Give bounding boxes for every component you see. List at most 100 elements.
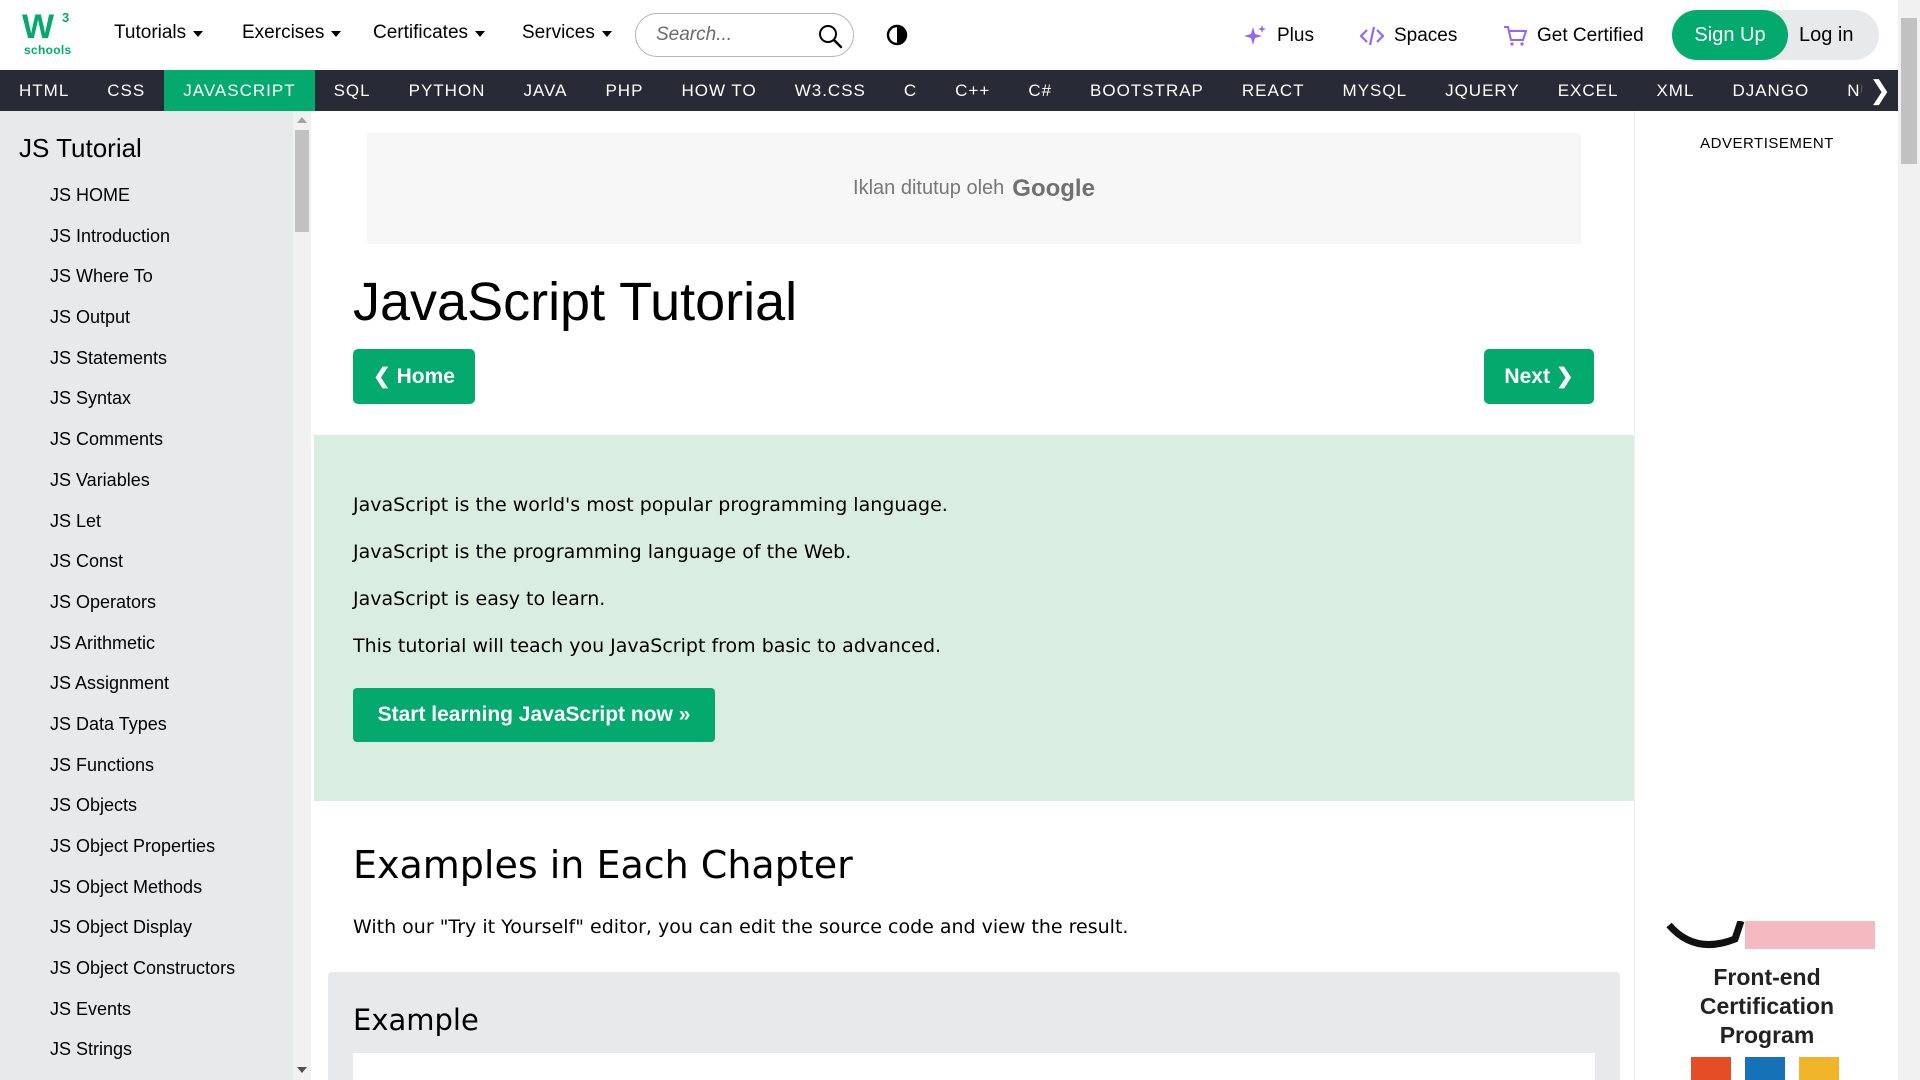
nav-tutorials-menu[interactable]: Tutorials — [114, 22, 204, 44]
sidebar-scrollbar[interactable] — [293, 111, 311, 1080]
search-box — [635, 13, 854, 57]
subject-link[interactable]: PHP — [586, 70, 662, 111]
subject-link[interactable]: MYSQL — [1324, 70, 1427, 111]
intro-line: JavaScript is the programming language o… — [353, 541, 852, 563]
plus-label: Plus — [1277, 25, 1314, 46]
sidebar-item[interactable]: JS Arithmetic — [50, 623, 235, 664]
sidebar-item[interactable]: JS Object Constructors — [50, 948, 235, 989]
subject-link[interactable]: C++ — [936, 70, 1009, 111]
sidebar-item[interactable]: JS Introduction — [50, 216, 235, 257]
sidebar-item[interactable]: JS Assignment — [50, 663, 235, 704]
subject-link[interactable]: SQL — [315, 70, 390, 111]
search-input[interactable] — [656, 24, 816, 46]
sidebar-item[interactable]: JS Object Methods — [50, 867, 235, 908]
sidebar-item[interactable]: JS Events — [50, 989, 235, 1030]
subject-link[interactable]: C# — [1009, 70, 1071, 111]
sidebar-item[interactable]: JS Syntax — [50, 378, 235, 419]
page-scrollbar-thumb[interactable] — [1901, 18, 1917, 164]
intro-line: This tutorial will teach you JavaScript … — [353, 635, 942, 657]
sidebar-scrollbar-thumb[interactable] — [295, 130, 309, 232]
examples-heading: Examples in Each Chapter — [353, 843, 853, 887]
start-learning-button[interactable]: Start learning JavaScript now » — [353, 688, 715, 742]
sidebar-menu: JS HOME JS Introduction JS Where To JS O… — [50, 175, 235, 1070]
home-button[interactable]: ❮ Home — [353, 349, 475, 404]
sidebar-item[interactable]: JS Let — [50, 501, 235, 542]
promo-line: Front-end — [1713, 964, 1821, 990]
subject-link[interactable]: EXCEL — [1539, 70, 1638, 111]
sidebar-item[interactable]: JS Object Properties — [50, 826, 235, 867]
caret-down-icon — [475, 31, 486, 37]
spaces-label: Spaces — [1394, 25, 1458, 46]
promo-line: Program — [1719, 1022, 1815, 1048]
nav-certificates-label: Certificates — [373, 22, 469, 43]
scroll-up-arrow-icon[interactable] — [297, 117, 307, 123]
sidebar-item[interactable]: JS Statements — [50, 338, 235, 379]
nav-exercises-label: Exercises — [242, 22, 325, 43]
w3schools-logo[interactable]: W 3 schools — [22, 8, 74, 60]
log-in-button[interactable]: Log in — [1799, 10, 1854, 60]
ad-closed-text: Iklan ditutup oleh — [853, 177, 1005, 199]
sidebar-item[interactable]: JS Operators — [50, 582, 235, 623]
subject-navigation-bar: HTML CSS JAVASCRIPT SQL PYTHON JAVA PHP … — [0, 70, 1898, 111]
subject-link[interactable]: W3.CSS — [776, 70, 885, 111]
sidebar-item[interactable]: JS Where To — [50, 256, 235, 297]
get-certified-link[interactable]: Get Certified — [1503, 24, 1644, 48]
subject-link[interactable]: XML — [1637, 70, 1713, 111]
sidebar-item[interactable]: JS Objects — [50, 785, 235, 826]
examples-description: With our "Try it Yourself" editor, you c… — [353, 916, 1129, 938]
code-icon — [1360, 26, 1384, 46]
sidebar-item[interactable]: JS Strings — [50, 1029, 235, 1070]
chevron-right-icon: ❯ — [1555, 365, 1574, 388]
subject-link[interactable]: BOOTSTRAP — [1071, 70, 1223, 111]
nav-exercises-menu[interactable]: Exercises — [242, 22, 342, 44]
caret-down-icon — [331, 31, 342, 37]
nav-certificates-menu[interactable]: Certificates — [373, 22, 486, 44]
auth-buttons: Sign Up Log in — [1672, 10, 1879, 60]
dark-mode-toggle-icon[interactable] — [886, 24, 908, 46]
subject-link[interactable]: JQUERY — [1426, 70, 1539, 111]
promo-line: Certification — [1699, 993, 1835, 1019]
example-code-area — [353, 1053, 1595, 1080]
tutorial-sidebar: JS Tutorial JS HOME JS Introduction JS W… — [0, 111, 293, 1080]
subject-link[interactable]: DJANGO — [1713, 70, 1828, 111]
nav-services-label: Services — [522, 22, 595, 43]
sidebar-item[interactable]: JS Const — [50, 541, 235, 582]
sidebar-item[interactable]: JS Comments — [50, 419, 235, 460]
subject-link[interactable]: REACT — [1223, 70, 1324, 111]
sparkle-icon — [1244, 25, 1266, 45]
sidebar-item[interactable]: JS Output — [50, 297, 235, 338]
subject-link[interactable]: CSS — [88, 70, 164, 111]
sidebar-item[interactable]: JS HOME — [50, 175, 235, 216]
closed-ad-banner: Iklan ditutup oleh Google — [367, 133, 1581, 244]
home-button-label: Home — [396, 364, 455, 388]
advertisement-label: ADVERTISEMENT — [1700, 135, 1834, 152]
subject-link[interactable]: HOW TO — [662, 70, 775, 111]
sidebar-item[interactable]: JS Functions — [50, 745, 235, 786]
next-button[interactable]: Next ❯ — [1484, 349, 1594, 404]
intro-line: JavaScript is easy to learn. — [353, 588, 606, 610]
sign-up-button[interactable]: Sign Up — [1672, 10, 1788, 60]
svg-text:3: 3 — [62, 10, 69, 25]
subject-link[interactable]: HTML — [0, 70, 88, 111]
sidebar-item[interactable]: JS Variables — [50, 460, 235, 501]
next-button-label: Next — [1504, 364, 1550, 388]
nav-tutorials-label: Tutorials — [114, 22, 187, 43]
main-content: Iklan ditutup oleh Google JavaScript Tut… — [314, 111, 1634, 1080]
chevron-left-icon: ❮ — [373, 365, 391, 388]
scroll-down-arrow-icon[interactable] — [297, 1067, 307, 1073]
search-icon[interactable] — [817, 23, 843, 49]
page-title: JavaScript Tutorial — [353, 272, 798, 332]
plus-link[interactable]: Plus — [1243, 24, 1314, 48]
spaces-link[interactable]: Spaces — [1360, 24, 1457, 48]
nav-services-menu[interactable]: Services — [522, 22, 612, 44]
subject-link[interactable]: PYTHON — [390, 70, 505, 111]
subject-link[interactable]: JAVA — [504, 70, 586, 111]
subject-link[interactable]: C — [885, 70, 936, 111]
get-certified-label: Get Certified — [1537, 25, 1644, 46]
chevron-right-icon[interactable]: ❯ — [1862, 70, 1898, 111]
subject-link-active[interactable]: JAVASCRIPT — [164, 70, 315, 111]
sidebar-item[interactable]: JS Data Types — [50, 704, 235, 745]
caret-down-icon — [193, 31, 204, 37]
sidebar-item[interactable]: JS Object Display — [50, 907, 235, 948]
sidebar-title: JS Tutorial — [19, 133, 142, 163]
